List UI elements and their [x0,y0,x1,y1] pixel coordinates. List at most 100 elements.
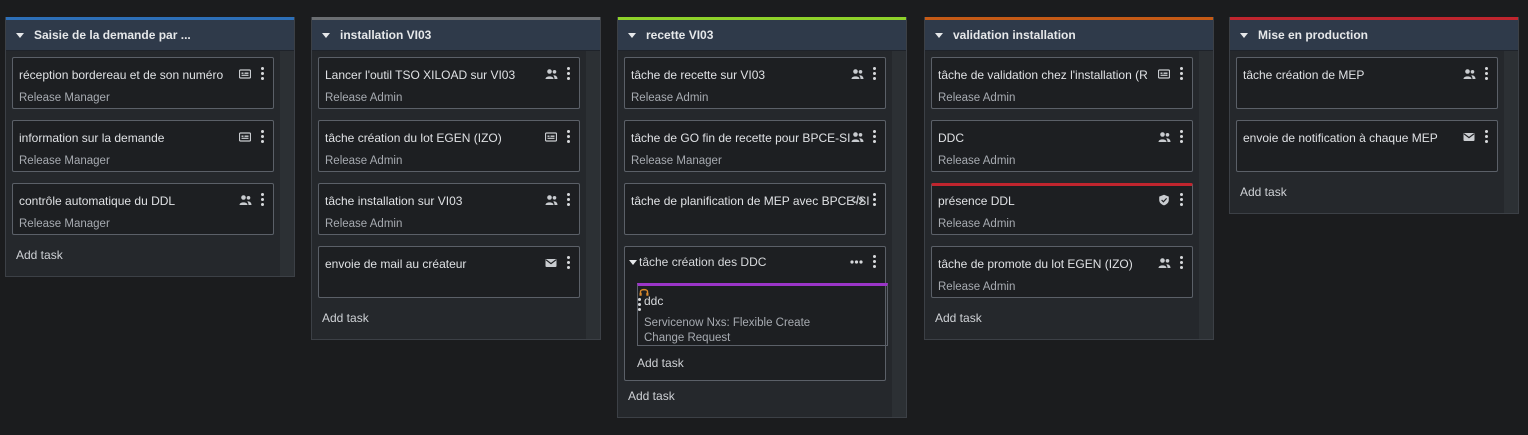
add-task-button[interactable]: Add task [624,387,886,407]
add-task-button[interactable]: Add task [625,346,885,380]
task-title: information sur la demande [19,131,165,145]
task-card[interactable]: tâche création du lot EGEN (IZO) Release… [318,120,580,172]
more-vertical-icon[interactable] [567,130,571,144]
chevron-down-icon[interactable] [322,32,330,38]
task-assignee: Release Admin [631,92,709,104]
lane-installation: installation VI03 Lancer l'outil TSO XIL… [311,17,601,340]
add-task-button[interactable]: Add task [1236,183,1498,203]
lane-header[interactable]: recette VI03 [618,20,906,51]
task-title: tâche de promote du lot EGEN (IZO) [938,257,1133,271]
task-card[interactable]: tâche de planification de MEP avec BPCE-… [624,183,886,235]
more-vertical-icon[interactable] [1485,67,1489,81]
task-card[interactable]: tâche installation sur VI03 Release Admi… [318,183,580,235]
task-card[interactable]: présence DDL Release Admin [931,183,1193,235]
lane-title: validation installation [953,28,1076,42]
task-card[interactable]: envoie de mail au créateur [318,246,580,298]
task-card[interactable]: tâche de validation chez l'installation … [931,57,1193,109]
lane-body: tâche création de MEP envoie de notifica… [1230,51,1518,213]
lane-validation: validation installation tâche de validat… [924,17,1214,340]
lane-header[interactable]: Mise en production [1230,20,1518,51]
more-vertical-icon[interactable] [1180,130,1184,144]
task-group-title: tâche création des DDC [639,255,767,269]
task-group: tâche création des DDC ddc Servicenow Nx… [624,246,888,381]
shield-icon [1158,194,1170,206]
task-title: DDC [938,131,964,145]
task-title: tâche de GO fin de recette pour BPCE-SI [631,131,851,145]
mail-icon [545,257,557,269]
task-card[interactable]: tâche de recette sur VI03 Release Admin [624,57,886,109]
form-icon [239,68,251,80]
task-card[interactable]: contrôle automatique du DDL Release Mana… [12,183,274,235]
lane-title: installation VI03 [340,28,432,42]
task-title: tâche de validation chez l'installation … [938,68,1148,82]
lane-recette: recette VI03 tâche de recette sur VI03 R… [617,17,907,418]
task-title: présence DDL [938,194,1015,208]
lane-header[interactable]: installation VI03 [312,20,600,51]
add-task-button[interactable]: Add task [318,309,580,329]
task-title: tâche création du lot EGEN (IZO) [325,131,502,145]
chevron-down-icon[interactable] [628,32,636,38]
lane-body: tâche de recette sur VI03 Release Admin … [618,51,906,417]
more-vertical-icon[interactable] [1180,193,1184,207]
code-icon [851,194,864,206]
more-vertical-icon[interactable] [567,67,571,81]
group-icon [851,68,864,80]
lane-body: tâche de validation chez l'installation … [925,51,1213,339]
more-vertical-icon[interactable] [567,193,571,207]
task-title: contrôle automatique du DDL [19,194,176,208]
more-horizontal-icon[interactable] [850,260,863,264]
subtask-card[interactable]: ddc Servicenow Nxs: Flexible Create Chan… [637,283,888,346]
mail-icon [1463,131,1475,143]
lane-header[interactable]: Saisie de la demande par ... [6,20,294,51]
task-card[interactable]: DDC Release Admin [931,120,1193,172]
task-card[interactable]: réception bordereau et de son numéro Rel… [12,57,274,109]
more-vertical-icon[interactable] [638,298,887,311]
chevron-down-icon[interactable] [629,260,637,266]
lane-title: Mise en production [1258,28,1369,42]
add-task-button[interactable]: Add task [931,309,1193,329]
more-vertical-icon[interactable] [873,193,877,207]
task-assignee: Release Manager [19,218,110,230]
chevron-down-icon[interactable] [16,32,24,38]
form-icon [1158,68,1170,80]
more-vertical-icon[interactable] [261,67,265,81]
more-vertical-icon[interactable] [261,130,265,144]
chevron-down-icon[interactable] [935,32,943,38]
form-icon [239,131,251,143]
task-assignee: Release Manager [631,155,722,167]
task-title: réception bordereau et de son numéro [19,68,224,82]
task-card[interactable]: tâche de promote du lot EGEN (IZO) Relea… [931,246,1193,298]
headset-icon [638,286,887,298]
task-title: envoie de notification à chaque MEP [1243,131,1438,145]
more-vertical-icon[interactable] [1180,256,1184,270]
more-vertical-icon[interactable] [873,130,877,144]
task-card[interactable]: tâche création de MEP [1236,57,1498,109]
more-vertical-icon[interactable] [873,255,877,270]
lane-body: Lancer l'outil TSO XILOAD sur VI03 Relea… [312,51,600,339]
task-card[interactable]: information sur la demande Release Manag… [12,120,274,172]
lane-saisie: Saisie de la demande par ... réception b… [5,17,295,277]
task-title: envoie de mail au créateur [325,257,467,271]
task-assignee: Release Admin [325,92,403,104]
task-assignee: Release Admin [938,155,1016,167]
more-vertical-icon[interactable] [1485,130,1489,144]
task-group-header[interactable]: tâche création des DDC [625,247,885,283]
more-vertical-icon[interactable] [873,67,877,81]
more-vertical-icon[interactable] [1180,67,1184,81]
task-title: tâche installation sur VI03 [325,194,463,208]
task-assignee: Release Manager [19,155,110,167]
lane-mise-en-production: Mise en production tâche création de MEP… [1229,17,1519,214]
chevron-down-icon[interactable] [1240,32,1248,38]
group-icon [1158,257,1171,269]
lane-title: recette VI03 [646,28,714,42]
more-vertical-icon[interactable] [261,193,265,207]
task-assignee: Release Admin [938,218,1016,230]
task-assignee: Release Admin [325,155,403,167]
task-card[interactable]: Lancer l'outil TSO XILOAD sur VI03 Relea… [318,57,580,109]
more-vertical-icon[interactable] [567,256,571,270]
task-title: tâche de recette sur VI03 [631,68,766,82]
lane-header[interactable]: validation installation [925,20,1213,51]
add-task-button[interactable]: Add task [12,246,274,266]
task-card[interactable]: envoie de notification à chaque MEP [1236,120,1498,172]
task-card[interactable]: tâche de GO fin de recette pour BPCE-SI … [624,120,886,172]
